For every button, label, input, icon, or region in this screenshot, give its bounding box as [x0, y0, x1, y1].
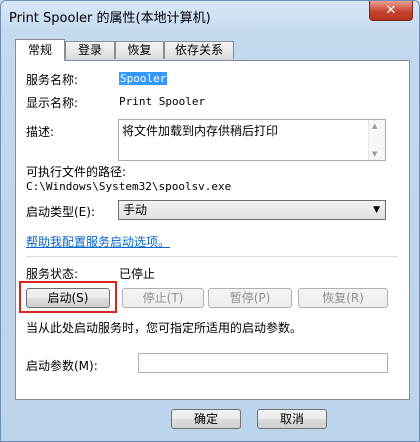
startup-type-value: 手动: [123, 203, 148, 217]
resume-button[interactable]: 恢复(R): [298, 288, 388, 308]
tab-logon[interactable]: 登录: [65, 41, 115, 59]
exe-path-label: 可执行文件的路径:: [26, 165, 127, 179]
help-configure-link[interactable]: 帮助我配置服务启动选项。: [26, 233, 170, 250]
start-params-input[interactable]: [138, 353, 388, 373]
cancel-button[interactable]: 取消: [257, 409, 327, 429]
display-name-value: Print Spooler: [119, 95, 206, 108]
scroll-up-icon[interactable]: ▲: [372, 122, 377, 130]
service-status-value: 已停止: [119, 267, 156, 281]
description-scrollbar[interactable]: ▲ ▼: [368, 120, 385, 160]
close-icon: ✕: [385, 3, 397, 18]
tab-recovery[interactable]: 恢复: [115, 41, 164, 59]
pause-button[interactable]: 暂停(P): [208, 288, 292, 308]
start-hint-text: 当从此处启动服务时，您可指定所适用的启动参数。: [26, 321, 303, 335]
ok-button[interactable]: 确定: [171, 409, 241, 429]
description-label: 描述:: [26, 125, 55, 139]
properties-dialog: Print Spooler 的属性(本地计算机) ✕ 常规 登录 恢复 依存关系…: [0, 0, 420, 442]
startup-type-label: 启动类型(E):: [26, 205, 95, 219]
exe-path-value: C:\Windows\System32\spoolsv.exe: [26, 180, 232, 193]
divider: [26, 256, 398, 257]
description-textarea[interactable]: 将文件加载到内存供稍后打印 ▲ ▼: [118, 119, 386, 161]
startup-type-select[interactable]: 手动 ▼: [118, 200, 386, 220]
service-name-label: 服务名称:: [26, 73, 79, 87]
display-name-label: 显示名称:: [26, 96, 79, 110]
service-status-label: 服务状态:: [26, 267, 79, 281]
description-text: 将文件加载到内存供稍后打印: [122, 124, 279, 138]
start-button[interactable]: 启动(S): [26, 288, 110, 308]
scroll-down-icon[interactable]: ▼: [372, 150, 377, 158]
tab-dependencies[interactable]: 依存关系: [164, 41, 234, 59]
general-panel: 服务名称: Spooler 显示名称: Print Spooler 描述: 将文…: [15, 60, 410, 400]
close-button[interactable]: ✕: [369, 1, 413, 21]
service-name-value[interactable]: Spooler: [119, 72, 168, 85]
tab-general[interactable]: 常规: [15, 39, 65, 61]
window-title: Print Spooler 的属性(本地计算机): [9, 11, 211, 26]
stop-button[interactable]: 停止(T): [122, 288, 204, 308]
start-params-label: 启动参数(M):: [26, 359, 98, 373]
chevron-down-icon: ▼: [373, 205, 380, 215]
